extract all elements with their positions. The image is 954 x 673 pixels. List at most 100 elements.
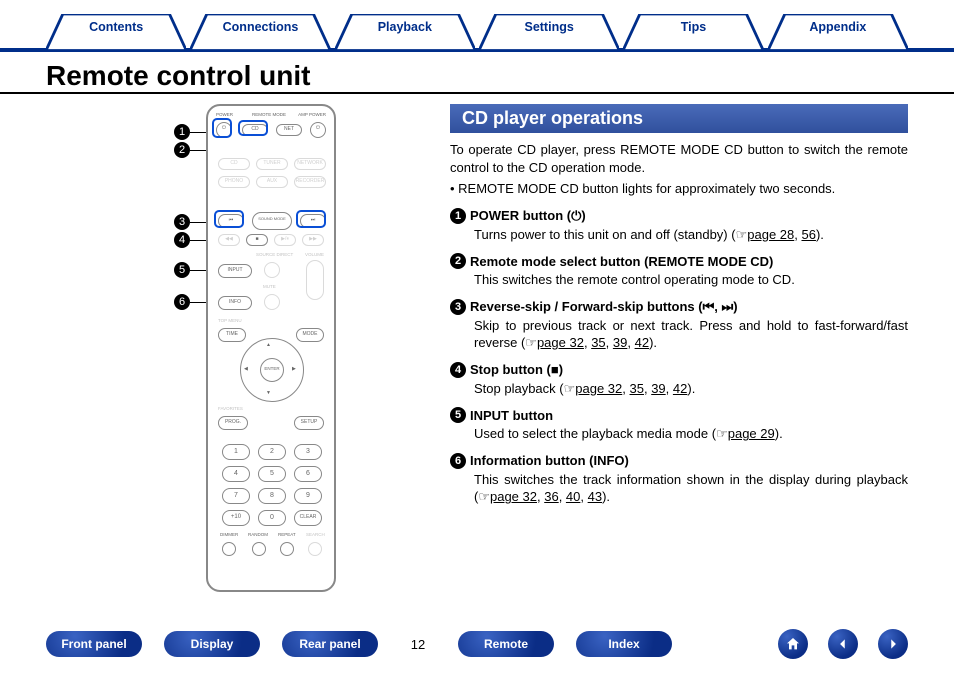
page-link[interactable]: page 32 [490,489,537,504]
tab-tips[interactable]: Tips [623,14,763,40]
page-link[interactable]: 39 [651,381,665,396]
page-link[interactable]: page 32 [537,335,584,350]
remote-illustration: 1 2 3 4 5 6 POWER REMOTE MODE AMP POWER … [46,104,426,592]
tab-settings[interactable]: Settings [479,14,619,40]
def-body-post: ). [649,335,657,350]
def-head: INPUT button [470,408,553,423]
nav-front-panel[interactable]: Front panel [46,631,142,657]
src-cd: CD [218,158,250,170]
skip-next-button: ⏭ [300,214,326,228]
remote-body: POWER REMOTE MODE AMP POWER ⏻ CD NET ⏻ C… [206,104,336,592]
tab-label: Tips [623,14,763,40]
def-item-4: 4 Stop button (■) Stop playback (☞page 32… [450,362,908,398]
def-item-5: 5 INPUT button Used to select the playbac… [450,407,908,443]
tab-label: Settings [479,14,619,40]
def-body-pre: Stop playback (☞ [474,381,575,396]
intro-text: To operate CD player, press REMOTE MODE … [450,141,908,176]
arrow-right-icon [886,637,900,651]
def-badge: 3 [450,299,466,315]
def-item-2: 2 Remote mode select button (REMOTE MODE … [450,253,908,289]
page-link[interactable]: 35 [630,381,644,396]
mode-button: MODE [296,328,324,342]
remote-mode-cd-button: CD [242,124,268,136]
enter-button: ENTER [260,358,284,382]
def-badge: 4 [450,362,466,378]
page-link[interactable]: 56 [801,227,815,242]
def-badge: 2 [450,253,466,269]
time-button: TIME [218,328,246,342]
page-link[interactable]: 43 [588,489,602,504]
page-link[interactable]: page 29 [728,426,775,441]
info-button: INFO [218,296,252,310]
src-phono: PHONO [218,176,250,188]
num-5: 5 [258,466,286,482]
stop-button: ■ [246,234,268,246]
src-network: NETWORK [294,158,326,170]
callout-badge-5: 5 [174,262,190,278]
callout-badge-2: 2 [174,142,190,158]
page-body: 1 2 3 4 5 6 POWER REMOTE MODE AMP POWER … [0,104,954,592]
label-source-direct: SOURCE DIRECT [256,252,293,257]
home-icon [785,636,801,652]
note-text: • REMOTE MODE CD button lights for appro… [450,180,908,198]
page-link[interactable]: 36 [544,489,558,504]
def-body-post: ). [602,489,610,504]
remote-amp-power-button: ⏻ [310,122,326,138]
arrow-left-icon [836,637,850,651]
home-button[interactable] [778,629,808,659]
def-body-pre: Turns power to this unit on and off (sta… [474,227,747,242]
page-link[interactable]: 35 [591,335,605,350]
prog-button: PROG. [218,416,248,430]
bottom-nav-right: Remote Index [458,631,672,657]
def-badge: 5 [450,407,466,423]
label-random: RANDOM [248,532,268,537]
nav-index[interactable]: Index [576,631,672,657]
repeat-button [280,542,294,556]
play-pause-button: ▶/⏸ [274,234,296,246]
description-column: CD player operations To operate CD playe… [450,104,908,592]
tab-playback[interactable]: Playback [335,14,475,40]
nav-remote[interactable]: Remote [458,631,554,657]
skip-prev-button: ⏮ [218,214,244,228]
tab-connections[interactable]: Connections [190,14,330,40]
definitions-list: 1POWER button (⏻) Turns power to this un… [450,208,908,506]
def-item-3: 3Reverse-skip / Forward-skip buttons (⏮,… [450,299,908,352]
tab-appendix[interactable]: Appendix [768,14,908,40]
label-remote-mode: REMOTE MODE [252,112,286,117]
num-7: 7 [222,488,250,504]
page-link[interactable]: page 32 [575,381,622,396]
nav-label: Remote [484,637,528,651]
def-head: Stop button (■) [470,362,563,377]
def-badge: 6 [450,453,466,469]
prev-page-button[interactable] [828,629,858,659]
label-search: SEARCH [306,532,325,537]
page-link[interactable]: 42 [673,381,687,396]
tab-label: Connections [190,14,330,40]
page-link[interactable]: 39 [613,335,627,350]
def-head: POWER button (⏻) [470,208,586,224]
page-link[interactable]: 42 [635,335,649,350]
src-aux: AUX [256,176,288,188]
page-link[interactable]: page 28 [747,227,794,242]
src-recorder: RECORDER [294,176,326,188]
nav-display[interactable]: Display [164,631,260,657]
def-body-pre: Used to select the playback media mode (… [474,426,728,441]
def-body-pre: This switches the remote control operati… [474,272,795,287]
def-item-6: 6Information button (INFO) This switches… [450,453,908,506]
nav-rear-panel[interactable]: Rear panel [282,631,378,657]
nav-label: Index [608,637,639,651]
nav-label: Rear panel [299,637,360,651]
num-clear: CLEAR [294,510,322,526]
tab-contents[interactable]: Contents [46,14,186,40]
setup-button: SETUP [294,416,324,430]
volume-rocker [306,260,324,300]
callout-badge-4: 4 [174,232,190,248]
next-page-button[interactable] [878,629,908,659]
search-button [308,542,322,556]
nav-label: Front panel [61,637,126,651]
dimmer-button [222,542,236,556]
num-2: 2 [258,444,286,460]
def-head: Remote mode select button (REMOTE MODE C… [470,254,773,269]
def-body-pre: This switches the track information show… [474,472,908,505]
page-link[interactable]: 40 [566,489,580,504]
